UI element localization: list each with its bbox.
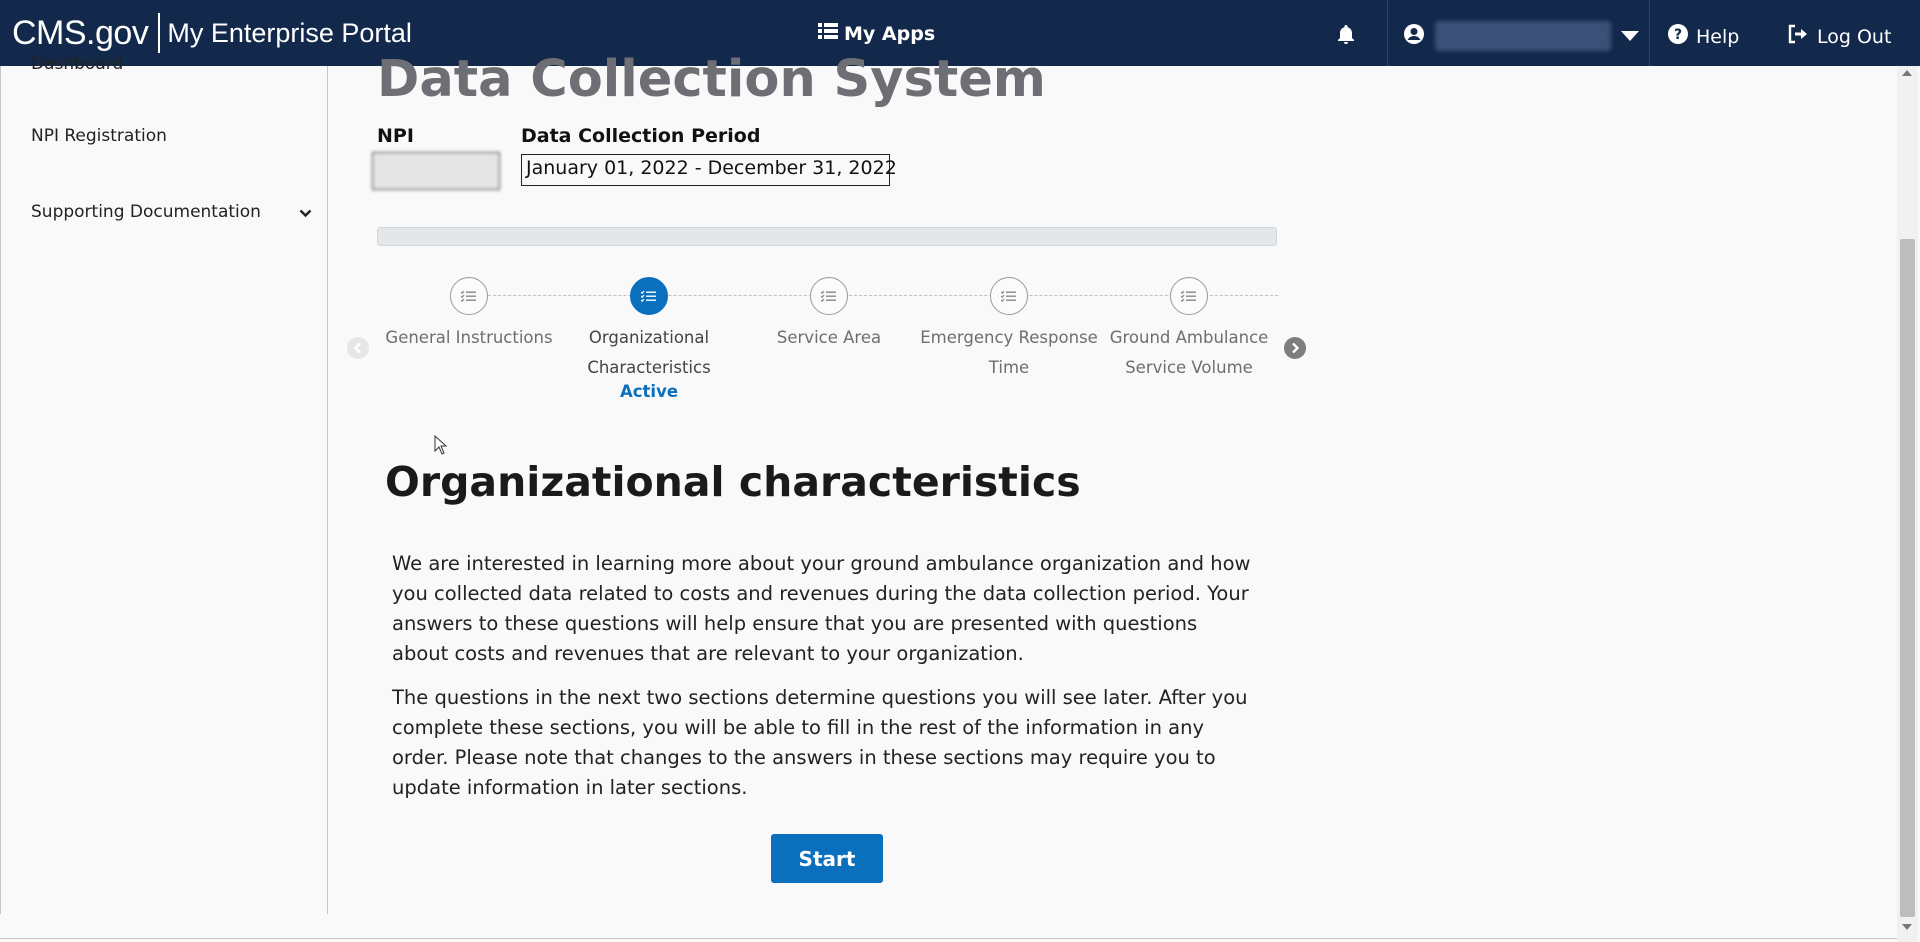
- step-organizational-characteristics[interactable]: Organizational Characteristics Active: [559, 277, 739, 401]
- chevron-down-icon[interactable]: [299, 203, 312, 222]
- help-label: Help: [1696, 25, 1740, 48]
- logo-cms-text: CMS.gov: [12, 13, 149, 52]
- step-label: General Instructions: [385, 328, 553, 347]
- svg-text:?: ?: [1674, 27, 1682, 43]
- checklist-icon: [1170, 277, 1208, 315]
- user-menu[interactable]: [1403, 21, 1639, 51]
- caret-down-icon[interactable]: [1621, 27, 1639, 46]
- intro-paragraph: We are interested in learning more about…: [392, 552, 1251, 665]
- chevron-left-icon: [353, 339, 363, 358]
- checklist-icon: [630, 277, 668, 315]
- cms-logo[interactable]: CMS.gov My Enterprise Portal: [12, 13, 412, 53]
- user-circle-icon: [1403, 23, 1425, 49]
- step-label: Ground Ambulance Service Volume: [1109, 328, 1269, 377]
- instructions-paragraph: The questions in the next two sections d…: [392, 686, 1248, 799]
- scroll-up-icon[interactable]: [1902, 70, 1912, 76]
- step-active-status: Active: [619, 382, 679, 401]
- user-name-redacted: [1435, 21, 1611, 51]
- sidebar: Dashboard NPI Registration Supporting Do…: [0, 54, 328, 914]
- step-emergency-response-time[interactable]: Emergency Response Time: [919, 277, 1099, 383]
- data-collection-period-label: Data Collection Period: [521, 125, 761, 147]
- step-label: Organizational Characteristics: [587, 328, 711, 377]
- page-title: Data Collection System: [377, 50, 1046, 109]
- scroll-thumb[interactable]: [1900, 239, 1915, 917]
- header-divider: [1649, 0, 1650, 66]
- sidebar-item-npi-registration[interactable]: NPI Registration: [31, 126, 167, 146]
- my-apps-button[interactable]: My Apps: [818, 22, 935, 45]
- logout-link[interactable]: Log Out: [1787, 24, 1891, 49]
- question-circle-icon: ?: [1668, 24, 1688, 49]
- previous-step-button[interactable]: [347, 337, 369, 359]
- next-step-button[interactable]: [1284, 337, 1306, 359]
- list-icon: [818, 22, 838, 45]
- progress-bar: [377, 227, 1277, 246]
- section-heading: Organizational characteristics: [385, 458, 1081, 506]
- chevron-right-icon: [1290, 339, 1300, 358]
- step-ground-ambulance-service-volume[interactable]: Ground Ambulance Service Volume: [1099, 277, 1279, 383]
- logo-divider: [158, 13, 161, 53]
- step-general-instructions[interactable]: General Instructions: [379, 277, 559, 353]
- data-collection-period-value: January 01, 2022 - December 31, 2022: [521, 154, 897, 186]
- header-divider: [1387, 0, 1388, 66]
- vertical-scrollbar[interactable]: [1897, 66, 1918, 942]
- checklist-icon: [450, 277, 488, 315]
- bell-icon[interactable]: [1336, 24, 1356, 50]
- start-button[interactable]: Start: [771, 834, 883, 883]
- my-apps-label: My Apps: [844, 22, 936, 45]
- mouse-cursor-icon: [434, 434, 448, 459]
- sidebar-item-supporting-documentation[interactable]: Supporting Documentation: [31, 202, 261, 222]
- logo-portal-text: My Enterprise Portal: [167, 17, 412, 48]
- sidebar-item-dashboard[interactable]: Dashboard: [31, 54, 123, 74]
- help-link[interactable]: ? Help: [1668, 24, 1739, 49]
- step-service-area[interactable]: Service Area: [739, 277, 919, 353]
- checklist-icon: [990, 277, 1028, 315]
- npi-value-redacted: [372, 152, 500, 190]
- step-label: Service Area: [776, 328, 882, 347]
- bottom-border: [0, 938, 1897, 939]
- step-label: Emergency Response Time: [920, 328, 1098, 377]
- sign-out-icon: [1787, 24, 1809, 49]
- scroll-down-icon[interactable]: [1902, 924, 1912, 930]
- npi-label: NPI: [377, 125, 414, 147]
- logout-label: Log Out: [1817, 25, 1892, 48]
- checklist-icon: [810, 277, 848, 315]
